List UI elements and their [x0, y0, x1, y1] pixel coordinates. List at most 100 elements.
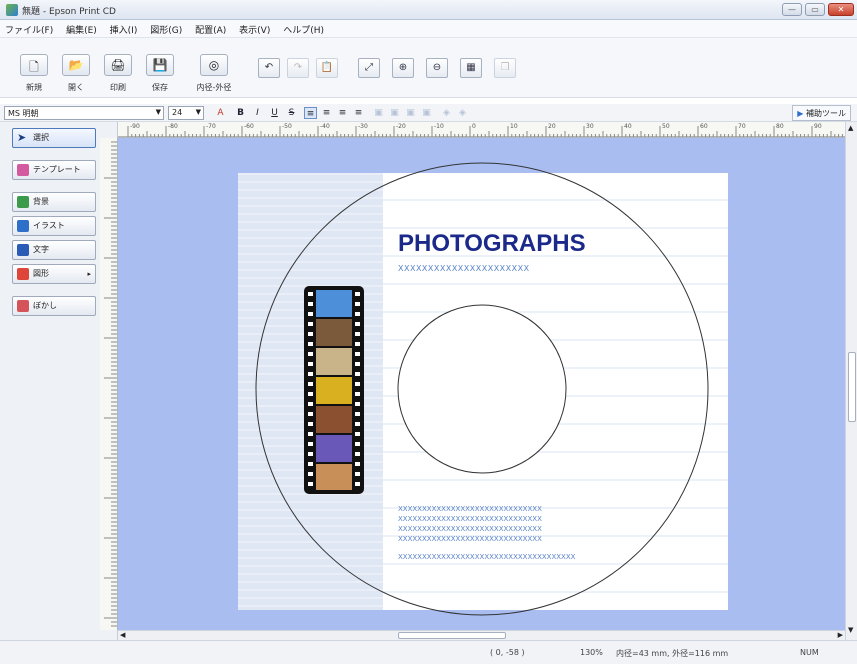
assist-tool-label: 補助ツール — [806, 109, 846, 118]
illustration-icon — [17, 220, 29, 232]
sidebar-item-illustration[interactable]: イラスト — [12, 216, 96, 236]
ruler-tick-label: 50 — [662, 123, 670, 130]
assist-tool-button[interactable]: ▶ 補助ツール — [792, 105, 851, 121]
ruler-tick-label: 30 — [586, 123, 594, 130]
menu-file[interactable]: ファイル(F) — [0, 20, 58, 39]
ruler-tick-label: 90 — [814, 123, 822, 130]
open-button[interactable]: 📂 — [62, 54, 90, 76]
disc-text-line: XXXXXXXXXXXXXXXXXXXXXXXXXXXXXX — [398, 535, 542, 543]
ruler-tick-label: 70 — [738, 123, 746, 130]
ruler-tick-label: -80 — [168, 123, 178, 130]
font-size-value: 24 — [172, 108, 183, 117]
text-color-button[interactable]: A — [214, 107, 227, 119]
align-left-button[interactable]: ≡ — [304, 107, 317, 119]
text-icon — [17, 244, 29, 256]
align-justify-button[interactable]: ≡ — [352, 107, 365, 119]
menu-help[interactable]: ヘルプ(H) — [278, 20, 329, 39]
sidebar-item-label: イラスト — [33, 221, 65, 230]
ruler-ticks — [118, 126, 845, 137]
align-center-button[interactable]: ≡ — [320, 107, 333, 119]
strikethrough-button[interactable]: S — [285, 107, 298, 119]
status-diameters: 内径=43 mm, 外径=116 mm — [616, 649, 729, 658]
horizontal-scrollbar[interactable]: ◀ ▶ — [118, 630, 845, 640]
filmstrip-image — [304, 286, 364, 494]
layers-button[interactable]: ❐ — [494, 58, 516, 78]
flip-horizontal-icon[interactable]: ◈ — [440, 107, 453, 119]
inner-outer-diameter-button[interactable]: ◎ — [200, 54, 228, 76]
disc-subtitle[interactable]: XXXXXXXXXXXXXXXXXXXXXX — [398, 264, 530, 273]
status-bar: ( 0, -58 ) 130% 内径=43 mm, 外径=116 mm NUM — [0, 640, 857, 664]
underline-button[interactable]: U — [268, 107, 281, 119]
print-label: 印刷 — [110, 83, 126, 92]
menu-insert[interactable]: 挿入(I) — [105, 20, 143, 39]
menu-edit[interactable]: 編集(E) — [61, 20, 102, 39]
chevron-right-icon: ▸ — [87, 270, 91, 278]
ruler-tick-label: 80 — [776, 123, 784, 130]
arrange-front-icon[interactable]: ▣ — [372, 107, 385, 119]
menu-view[interactable]: 表示(V) — [234, 20, 275, 39]
status-num-lock: NUM — [800, 648, 819, 657]
chevron-down-icon: ▼ — [195, 108, 201, 116]
disc-text-line: XXXXXXXXXXXXXXXXXXXXXXXXXXXXXX — [398, 525, 542, 533]
ruler-tick-label: -40 — [320, 123, 330, 130]
open-label: 開く — [68, 83, 84, 92]
title-bar: 無題 - Epson Print CD — ▭ ✕ — [0, 0, 857, 20]
disc-inner-circle — [397, 304, 567, 474]
new-button[interactable]: 🗋 — [20, 54, 48, 76]
paste-button[interactable]: 📋 — [316, 58, 338, 78]
zoom-out-button[interactable]: ⊖ — [426, 58, 448, 78]
sidebar-item-shape[interactable]: 図形 ▸ — [12, 264, 96, 284]
font-name-value: MS 明朝 — [8, 109, 39, 118]
minimize-button[interactable]: — — [782, 3, 802, 16]
sidebar-item-text[interactable]: 文字 — [12, 240, 96, 260]
new-document-icon: 🗋 — [29, 60, 39, 74]
font-name-select[interactable]: MS 明朝 ▼ — [4, 106, 164, 120]
horizontal-scroll-thumb[interactable] — [398, 632, 506, 639]
sidebar-item-select[interactable]: ➤ 選択 — [12, 128, 96, 148]
print-button[interactable]: 🖨 — [104, 54, 132, 76]
print-icon: 🖨 — [110, 58, 126, 72]
italic-button[interactable]: I — [251, 107, 264, 119]
ruler-tick-label: 40 — [624, 123, 632, 130]
disc-text-block[interactable]: XXXXXXXXXXXXXXXXXXXXXXXXXXXXXX XXXXXXXXX… — [398, 504, 575, 562]
design-canvas[interactable]: PHOTOGRAPHS XXXXXXXXXXXXXXXXXXXXXX XXXXX… — [118, 138, 845, 630]
scroll-down-icon[interactable]: ▼ — [848, 626, 853, 634]
arrange-back-icon[interactable]: ▣ — [388, 107, 401, 119]
redo-button[interactable]: ↷ — [287, 58, 309, 78]
ruler-tick-label: 10 — [510, 123, 518, 130]
flip-vertical-icon[interactable]: ◈ — [456, 107, 469, 119]
bold-button[interactable]: B — [234, 107, 247, 119]
menu-arrange[interactable]: 配置(A) — [190, 20, 231, 39]
blur-icon — [17, 300, 29, 312]
scroll-right-icon[interactable]: ▶ — [838, 631, 843, 639]
grid-button[interactable]: ▦ — [460, 58, 482, 78]
group-icon[interactable]: ▣ — [404, 107, 417, 119]
align-right-button[interactable]: ≡ — [336, 107, 349, 119]
menu-shape[interactable]: 図形(G) — [145, 20, 187, 39]
ruler-tick-label: 0 — [472, 123, 476, 130]
close-button[interactable]: ✕ — [828, 3, 854, 16]
font-size-select[interactable]: 24 ▼ — [168, 106, 204, 120]
sidebar-item-blur[interactable]: ぼかし — [12, 296, 96, 316]
paste-icon: 📋 — [320, 62, 334, 73]
status-zoom: 130% — [580, 648, 603, 657]
scroll-left-icon[interactable]: ◀ — [120, 631, 125, 639]
undo-icon: ↶ — [264, 62, 274, 73]
vertical-scroll-thumb[interactable] — [848, 352, 856, 422]
maximize-button[interactable]: ▭ — [805, 3, 825, 16]
scroll-up-icon[interactable]: ▲ — [848, 124, 853, 132]
background-icon — [17, 196, 29, 208]
vertical-scrollbar[interactable]: ▲ ▼ — [845, 122, 857, 640]
sidebar-item-background[interactable]: 背景 — [12, 192, 96, 212]
save-label: 保存 — [152, 83, 168, 92]
ungroup-icon[interactable]: ▣ — [420, 107, 433, 119]
open-folder-icon: 📂 — [68, 58, 84, 72]
fit-page-button[interactable]: ⤢ — [358, 58, 380, 78]
disc-title[interactable]: PHOTOGRAPHS — [398, 230, 586, 258]
ruler-tick-label: -10 — [434, 123, 444, 130]
undo-button[interactable]: ↶ — [258, 58, 280, 78]
save-button[interactable]: 💾 — [146, 54, 174, 76]
sidebar-item-template[interactable]: テンプレート — [12, 160, 96, 180]
zoom-in-button[interactable]: ⊕ — [392, 58, 414, 78]
chevron-down-icon: ▼ — [155, 108, 161, 116]
